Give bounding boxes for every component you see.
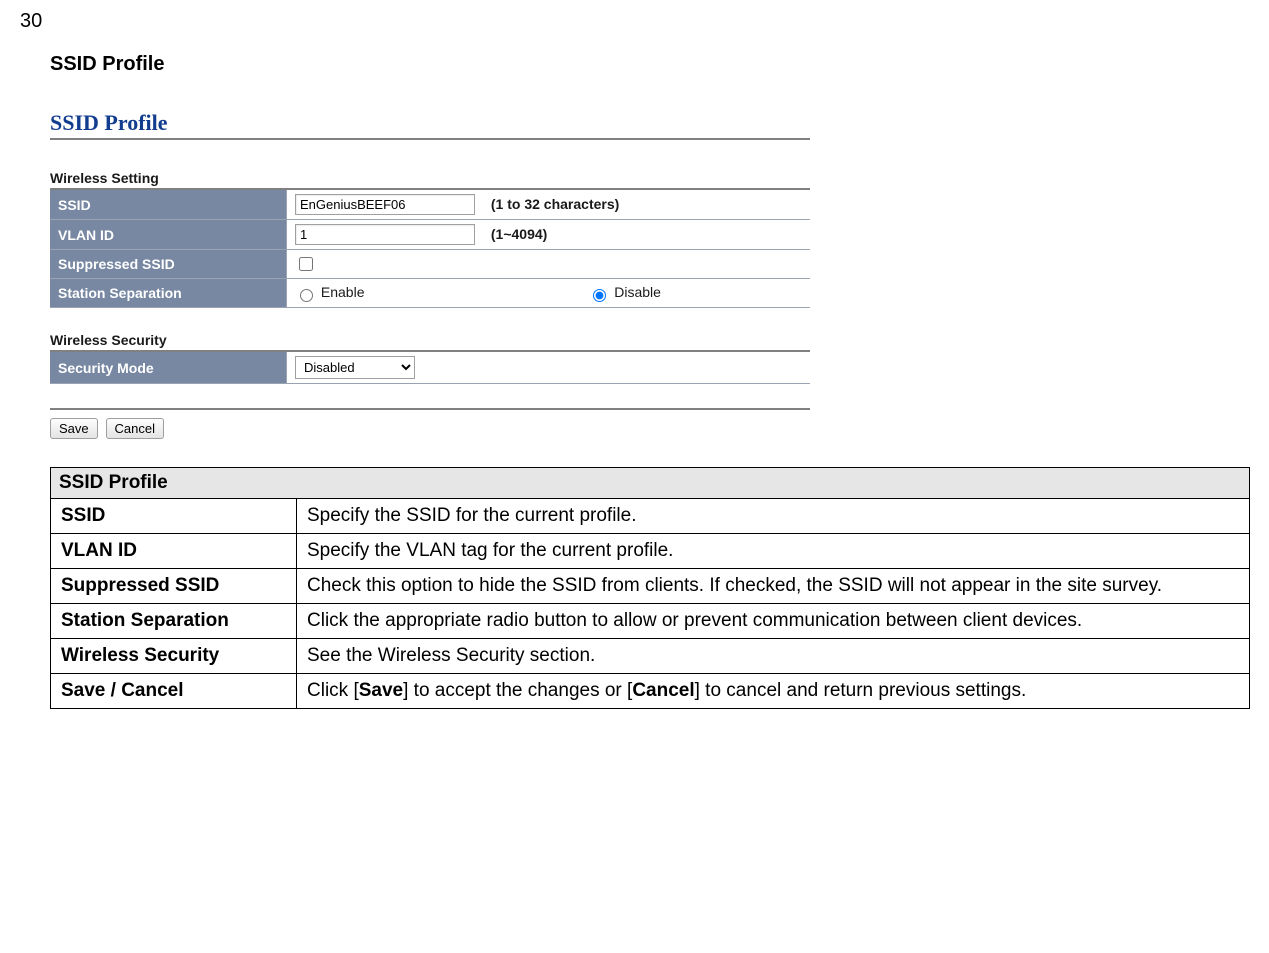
table-row: SSID Specify the SSID for the current pr… [51, 499, 1250, 534]
wireless-setting-group-label: Wireless Setting [50, 168, 810, 190]
ssid-label: SSID [50, 190, 287, 220]
table-row: Station Separation Click the appropriate… [51, 604, 1250, 639]
station-separation-label: Station Separation [50, 279, 287, 308]
wireless-security-table: Security Mode Disabled [50, 352, 810, 384]
desc-text: Click [Save] to accept the changes or [C… [297, 674, 1250, 709]
vlan-id-label: VLAN ID [50, 220, 287, 250]
desc-term: Station Separation [51, 604, 297, 639]
table-row: Wireless Security See the Wireless Secur… [51, 639, 1250, 674]
station-separation-enable-radio[interactable] [300, 289, 313, 302]
desc-term: Save / Cancel [51, 674, 297, 709]
table-row: Save / Cancel Click [Save] to accept the… [51, 674, 1250, 709]
security-mode-label: Security Mode [50, 352, 287, 384]
ssid-input[interactable] [295, 194, 475, 215]
desc-text: Specify the VLAN tag for the current pro… [297, 534, 1250, 569]
station-separation-disable-label: Disable [614, 284, 661, 300]
desc-term: Wireless Security [51, 639, 297, 674]
suppressed-ssid-label: Suppressed SSID [50, 250, 287, 279]
wireless-security-group-label: Wireless Security [50, 330, 810, 352]
desc-text: Specify the SSID for the current profile… [297, 499, 1250, 534]
table-row: VLAN ID Specify the VLAN tag for the cur… [51, 534, 1250, 569]
save-button[interactable]: Save [50, 418, 98, 439]
screenshot-title: SSID Profile [50, 106, 810, 140]
description-table: SSID Profile SSID Specify the SSID for t… [50, 467, 1250, 709]
ssid-hint: (1 to 32 characters) [491, 196, 619, 212]
desc-term: SSID [51, 499, 297, 534]
desc-text: Check this option to hide the SSID from … [297, 569, 1250, 604]
page-number: 30 [20, 10, 1229, 33]
desc-text: See the Wireless Security section. [297, 639, 1250, 674]
section-title: SSID Profile [50, 53, 1229, 76]
station-separation-enable-label: Enable [321, 284, 365, 300]
desc-term: VLAN ID [51, 534, 297, 569]
vlan-id-hint: (1~4094) [491, 226, 547, 242]
suppressed-ssid-checkbox[interactable] [299, 257, 313, 271]
cancel-button[interactable]: Cancel [106, 418, 164, 439]
ssid-profile-screenshot: SSID Profile Wireless Setting SSID (1 to… [50, 106, 810, 439]
table-row: Suppressed SSID Check this option to hid… [51, 569, 1250, 604]
desc-term: Suppressed SSID [51, 569, 297, 604]
wireless-setting-table: SSID (1 to 32 characters) VLAN ID (1~409… [50, 190, 810, 308]
security-mode-select[interactable]: Disabled [295, 356, 415, 379]
station-separation-disable-radio[interactable] [593, 289, 606, 302]
description-table-header: SSID Profile [51, 468, 1250, 499]
desc-text: Click the appropriate radio button to al… [297, 604, 1250, 639]
vlan-id-input[interactable] [295, 224, 475, 245]
